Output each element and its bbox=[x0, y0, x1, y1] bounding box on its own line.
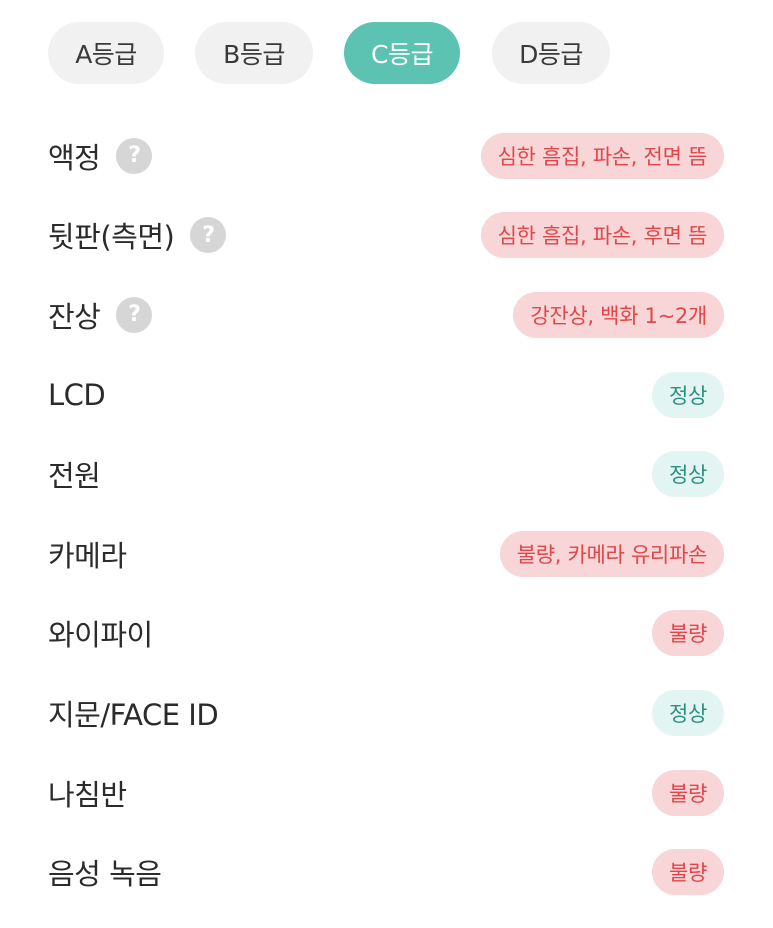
grade-tabs: A등급 B등급 C등급 D등급 bbox=[48, 22, 610, 84]
row-label-wrap: 전원 bbox=[48, 453, 101, 495]
condition-list: 액정 ? 심한 흠집, 파손, 전면 뜸 뒷판(측면) ? 심한 흠집, 파손,… bbox=[0, 116, 773, 912]
row-label-wrap: LCD bbox=[48, 377, 106, 412]
tab-grade-c[interactable]: C등급 bbox=[344, 22, 460, 84]
row-label: 잔상 bbox=[48, 299, 101, 334]
status-badge: 강잔상, 백화 1~2개 bbox=[513, 291, 724, 338]
tab-grade-b[interactable]: B등급 bbox=[195, 22, 313, 84]
row-label: LCD bbox=[48, 377, 106, 412]
row-afterimage: 잔상 ? 강잔상, 백화 1~2개 bbox=[0, 275, 773, 355]
row-label-wrap: 나침반 bbox=[48, 772, 127, 814]
row-label: 카메라 bbox=[48, 538, 127, 573]
row-label-wrap: 액정 ? bbox=[48, 135, 153, 177]
help-icon[interactable]: ? bbox=[116, 296, 153, 333]
row-fingerprint: 지문/FACE ID 정상 bbox=[0, 673, 773, 753]
row-label: 전원 bbox=[48, 459, 101, 494]
row-label-wrap: 뒷판(측면) ? bbox=[48, 214, 227, 256]
row-label: 지문/FACE ID bbox=[48, 697, 219, 732]
status-badge: 정상 bbox=[651, 689, 724, 736]
row-wifi: 와이파이 불량 bbox=[0, 594, 773, 674]
row-label-wrap: 지문/FACE ID bbox=[48, 692, 219, 734]
row-label: 나침반 bbox=[48, 777, 127, 812]
row-screen: 액정 ? 심한 흠집, 파손, 전면 뜸 bbox=[0, 116, 773, 196]
status-badge: 불량 bbox=[651, 610, 724, 657]
status-badge: 정상 bbox=[651, 371, 724, 418]
row-label-wrap: 잔상 ? bbox=[48, 294, 153, 336]
status-badge: 심한 흠집, 파손, 전면 뜸 bbox=[480, 132, 724, 179]
tab-grade-d[interactable]: D등급 bbox=[492, 22, 610, 84]
status-badge: 불량 bbox=[651, 849, 724, 896]
row-lcd: LCD 정상 bbox=[0, 355, 773, 435]
status-badge: 심한 흠집, 파손, 후면 뜸 bbox=[480, 212, 724, 259]
status-badge: 정상 bbox=[651, 451, 724, 498]
status-badge: 불량 bbox=[651, 769, 724, 816]
row-label-wrap: 음성 녹음 bbox=[48, 851, 162, 893]
row-label: 뒷판(측면) bbox=[48, 220, 175, 255]
row-label: 액정 bbox=[48, 140, 101, 175]
row-voice-recording: 음성 녹음 불량 bbox=[0, 832, 773, 912]
row-label: 와이파이 bbox=[48, 618, 153, 653]
row-label-wrap: 카메라 bbox=[48, 533, 127, 575]
tab-grade-a[interactable]: A등급 bbox=[48, 22, 164, 84]
help-icon[interactable]: ? bbox=[190, 217, 227, 254]
row-power: 전원 정상 bbox=[0, 434, 773, 514]
row-label: 음성 녹음 bbox=[48, 857, 162, 892]
row-compass: 나침반 불량 bbox=[0, 753, 773, 833]
row-camera: 카메라 불량, 카메라 유리파손 bbox=[0, 514, 773, 594]
status-badge: 불량, 카메라 유리파손 bbox=[499, 530, 724, 577]
help-icon[interactable]: ? bbox=[116, 137, 153, 174]
row-back-panel: 뒷판(측면) ? 심한 흠집, 파손, 후면 뜸 bbox=[0, 196, 773, 276]
row-label-wrap: 와이파이 bbox=[48, 612, 153, 654]
